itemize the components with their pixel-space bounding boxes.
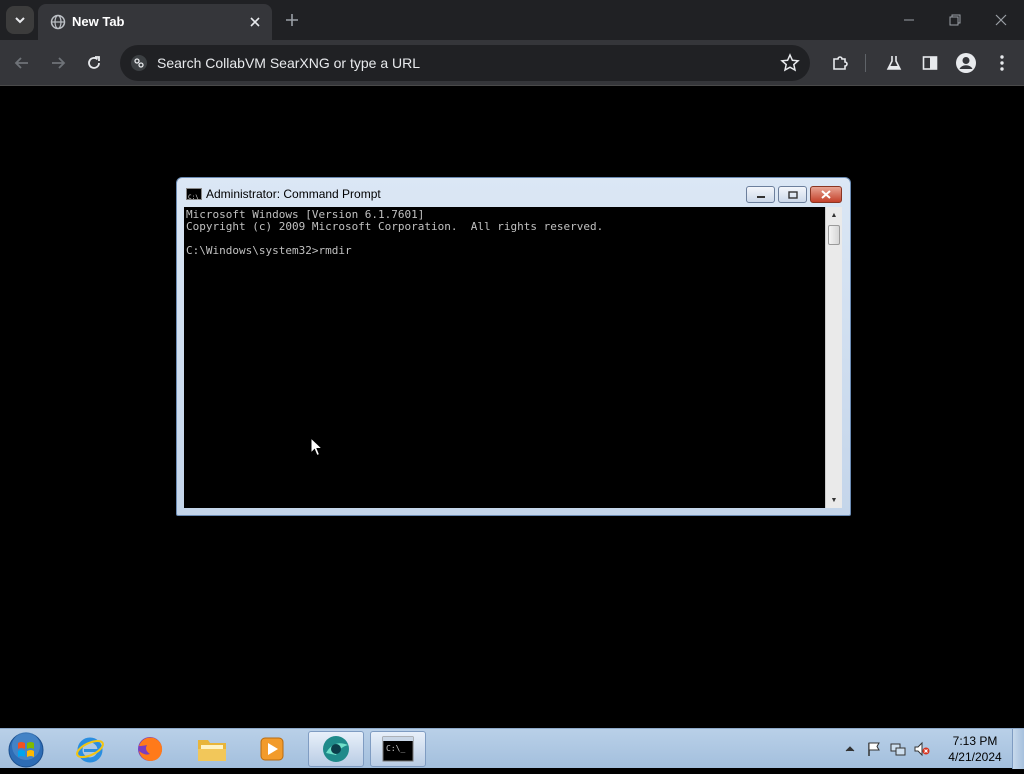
omnibox[interactable]: Search CollabVM SearXNG or type a URL bbox=[120, 45, 810, 81]
show-desktop-button[interactable] bbox=[1012, 729, 1024, 769]
cmd-window-title: Administrator: Command Prompt bbox=[206, 187, 381, 201]
taskbar: C:\_ 7:13 PM 4/21/2024 bbox=[0, 728, 1024, 769]
browser-icon bbox=[323, 736, 349, 762]
side-panel-icon bbox=[922, 56, 938, 70]
forward-arrow-icon bbox=[52, 57, 66, 69]
taskbar-firefox[interactable] bbox=[122, 731, 178, 767]
profile-icon bbox=[956, 53, 976, 73]
console-line: Copyright (c) 2009 Microsoft Corporation… bbox=[186, 220, 604, 233]
volume-icon-button[interactable] bbox=[914, 741, 930, 757]
browser-menu-button[interactable] bbox=[986, 47, 1018, 79]
profile-button[interactable] bbox=[950, 47, 982, 79]
clock-date: 4/21/2024 bbox=[948, 750, 1002, 764]
scroll-down-button[interactable]: ▼ bbox=[826, 492, 842, 508]
flask-icon bbox=[886, 56, 902, 70]
cmd-console[interactable]: Microsoft Windows [Version 6.1.7601] Cop… bbox=[184, 207, 825, 508]
star-icon[interactable] bbox=[780, 53, 800, 73]
close-icon bbox=[821, 190, 831, 199]
labs-button[interactable] bbox=[878, 47, 910, 79]
minimize-button[interactable] bbox=[886, 0, 932, 40]
cmd-minimize-button[interactable] bbox=[746, 186, 775, 203]
mouse-cursor-icon bbox=[310, 437, 324, 457]
tab-new-tab[interactable]: New Tab bbox=[38, 4, 272, 40]
cmd-icon: C:\ bbox=[186, 188, 202, 201]
taskbar-command-prompt[interactable]: C:\_ bbox=[370, 731, 426, 767]
down-arrow-icon: ▼ bbox=[830, 496, 838, 504]
toolbar-divider bbox=[865, 54, 866, 72]
minimize-icon bbox=[756, 195, 765, 198]
tab-title: New Tab bbox=[72, 14, 125, 29]
firefox-icon bbox=[138, 737, 163, 761]
tab-list-button[interactable] bbox=[6, 6, 34, 34]
internet-explorer-icon bbox=[76, 737, 104, 763]
extensions-button[interactable] bbox=[824, 47, 856, 79]
cmd-output: Microsoft Windows [Version 6.1.7601] Cop… bbox=[186, 209, 603, 257]
network-icon bbox=[890, 743, 906, 756]
taskbar-internet-explorer[interactable] bbox=[62, 731, 118, 767]
volume-muted-icon bbox=[914, 741, 930, 757]
taskbar-collabvm-browser[interactable] bbox=[308, 731, 364, 767]
media-player-icon bbox=[260, 737, 284, 761]
tune-icon bbox=[131, 55, 147, 71]
omnibox-placeholder: Search CollabVM SearXNG or type a URL bbox=[157, 55, 420, 71]
side-panel-button[interactable] bbox=[914, 47, 946, 79]
command-prompt-window[interactable]: C:\ Administrator: Command Prompt Micros… bbox=[176, 177, 851, 516]
svg-text:C:\: C:\ bbox=[188, 194, 199, 201]
forward-button[interactable] bbox=[42, 47, 74, 79]
minimize-icon bbox=[904, 19, 914, 21]
taskbar-file-explorer[interactable] bbox=[184, 731, 240, 767]
action-center-icon-button[interactable] bbox=[866, 741, 882, 757]
cmd-maximize-button[interactable] bbox=[778, 186, 807, 203]
back-button[interactable] bbox=[6, 47, 38, 79]
cmd-scrollbar[interactable]: ▲ ▼ bbox=[825, 207, 842, 508]
new-tab-button[interactable] bbox=[280, 8, 304, 32]
show-hidden-icons-button[interactable] bbox=[842, 741, 858, 757]
back-arrow-icon bbox=[14, 57, 28, 69]
network-icon-button[interactable] bbox=[890, 741, 906, 757]
close-tab-button[interactable] bbox=[246, 13, 264, 31]
system-tray bbox=[842, 729, 942, 769]
browser-tab-strip: New Tab bbox=[0, 0, 1024, 40]
reload-button[interactable] bbox=[78, 47, 110, 79]
command-prompt-icon: C:\_ bbox=[382, 736, 414, 762]
close-icon bbox=[995, 14, 1007, 26]
close-window-button[interactable] bbox=[978, 0, 1024, 40]
cmd-close-button[interactable] bbox=[810, 186, 842, 203]
plus-icon bbox=[286, 14, 298, 26]
taskbar-clock[interactable]: 7:13 PM 4/21/2024 bbox=[940, 733, 1010, 765]
chevron-down-icon bbox=[15, 17, 25, 24]
folder-icon bbox=[198, 740, 226, 761]
up-arrow-icon: ▲ bbox=[830, 211, 838, 219]
clock-time: 7:13 PM bbox=[952, 734, 998, 748]
close-icon bbox=[250, 17, 260, 27]
scroll-up-button[interactable]: ▲ bbox=[826, 207, 842, 223]
puzzle-icon bbox=[833, 56, 848, 70]
globe-icon bbox=[50, 14, 66, 30]
maximize-icon bbox=[787, 190, 798, 199]
restore-button[interactable] bbox=[932, 0, 978, 40]
windows-logo-icon bbox=[8, 732, 44, 768]
taskbar-media-player[interactable] bbox=[244, 731, 300, 767]
flag-icon bbox=[868, 742, 880, 756]
reload-icon bbox=[88, 56, 100, 69]
kebab-menu-icon bbox=[1000, 55, 1004, 71]
svg-text:C:\_: C:\_ bbox=[386, 744, 405, 753]
console-line: C:\Windows\system32>rmdir bbox=[186, 244, 352, 257]
restore-icon bbox=[949, 14, 961, 26]
chevron-up-icon bbox=[845, 746, 855, 752]
cmd-title-bar[interactable]: C:\ Administrator: Command Prompt bbox=[177, 178, 850, 208]
browser-toolbar: Search CollabVM SearXNG or type a URL bbox=[0, 40, 1024, 86]
start-button[interactable] bbox=[6, 731, 46, 769]
scroll-thumb[interactable] bbox=[828, 225, 840, 245]
